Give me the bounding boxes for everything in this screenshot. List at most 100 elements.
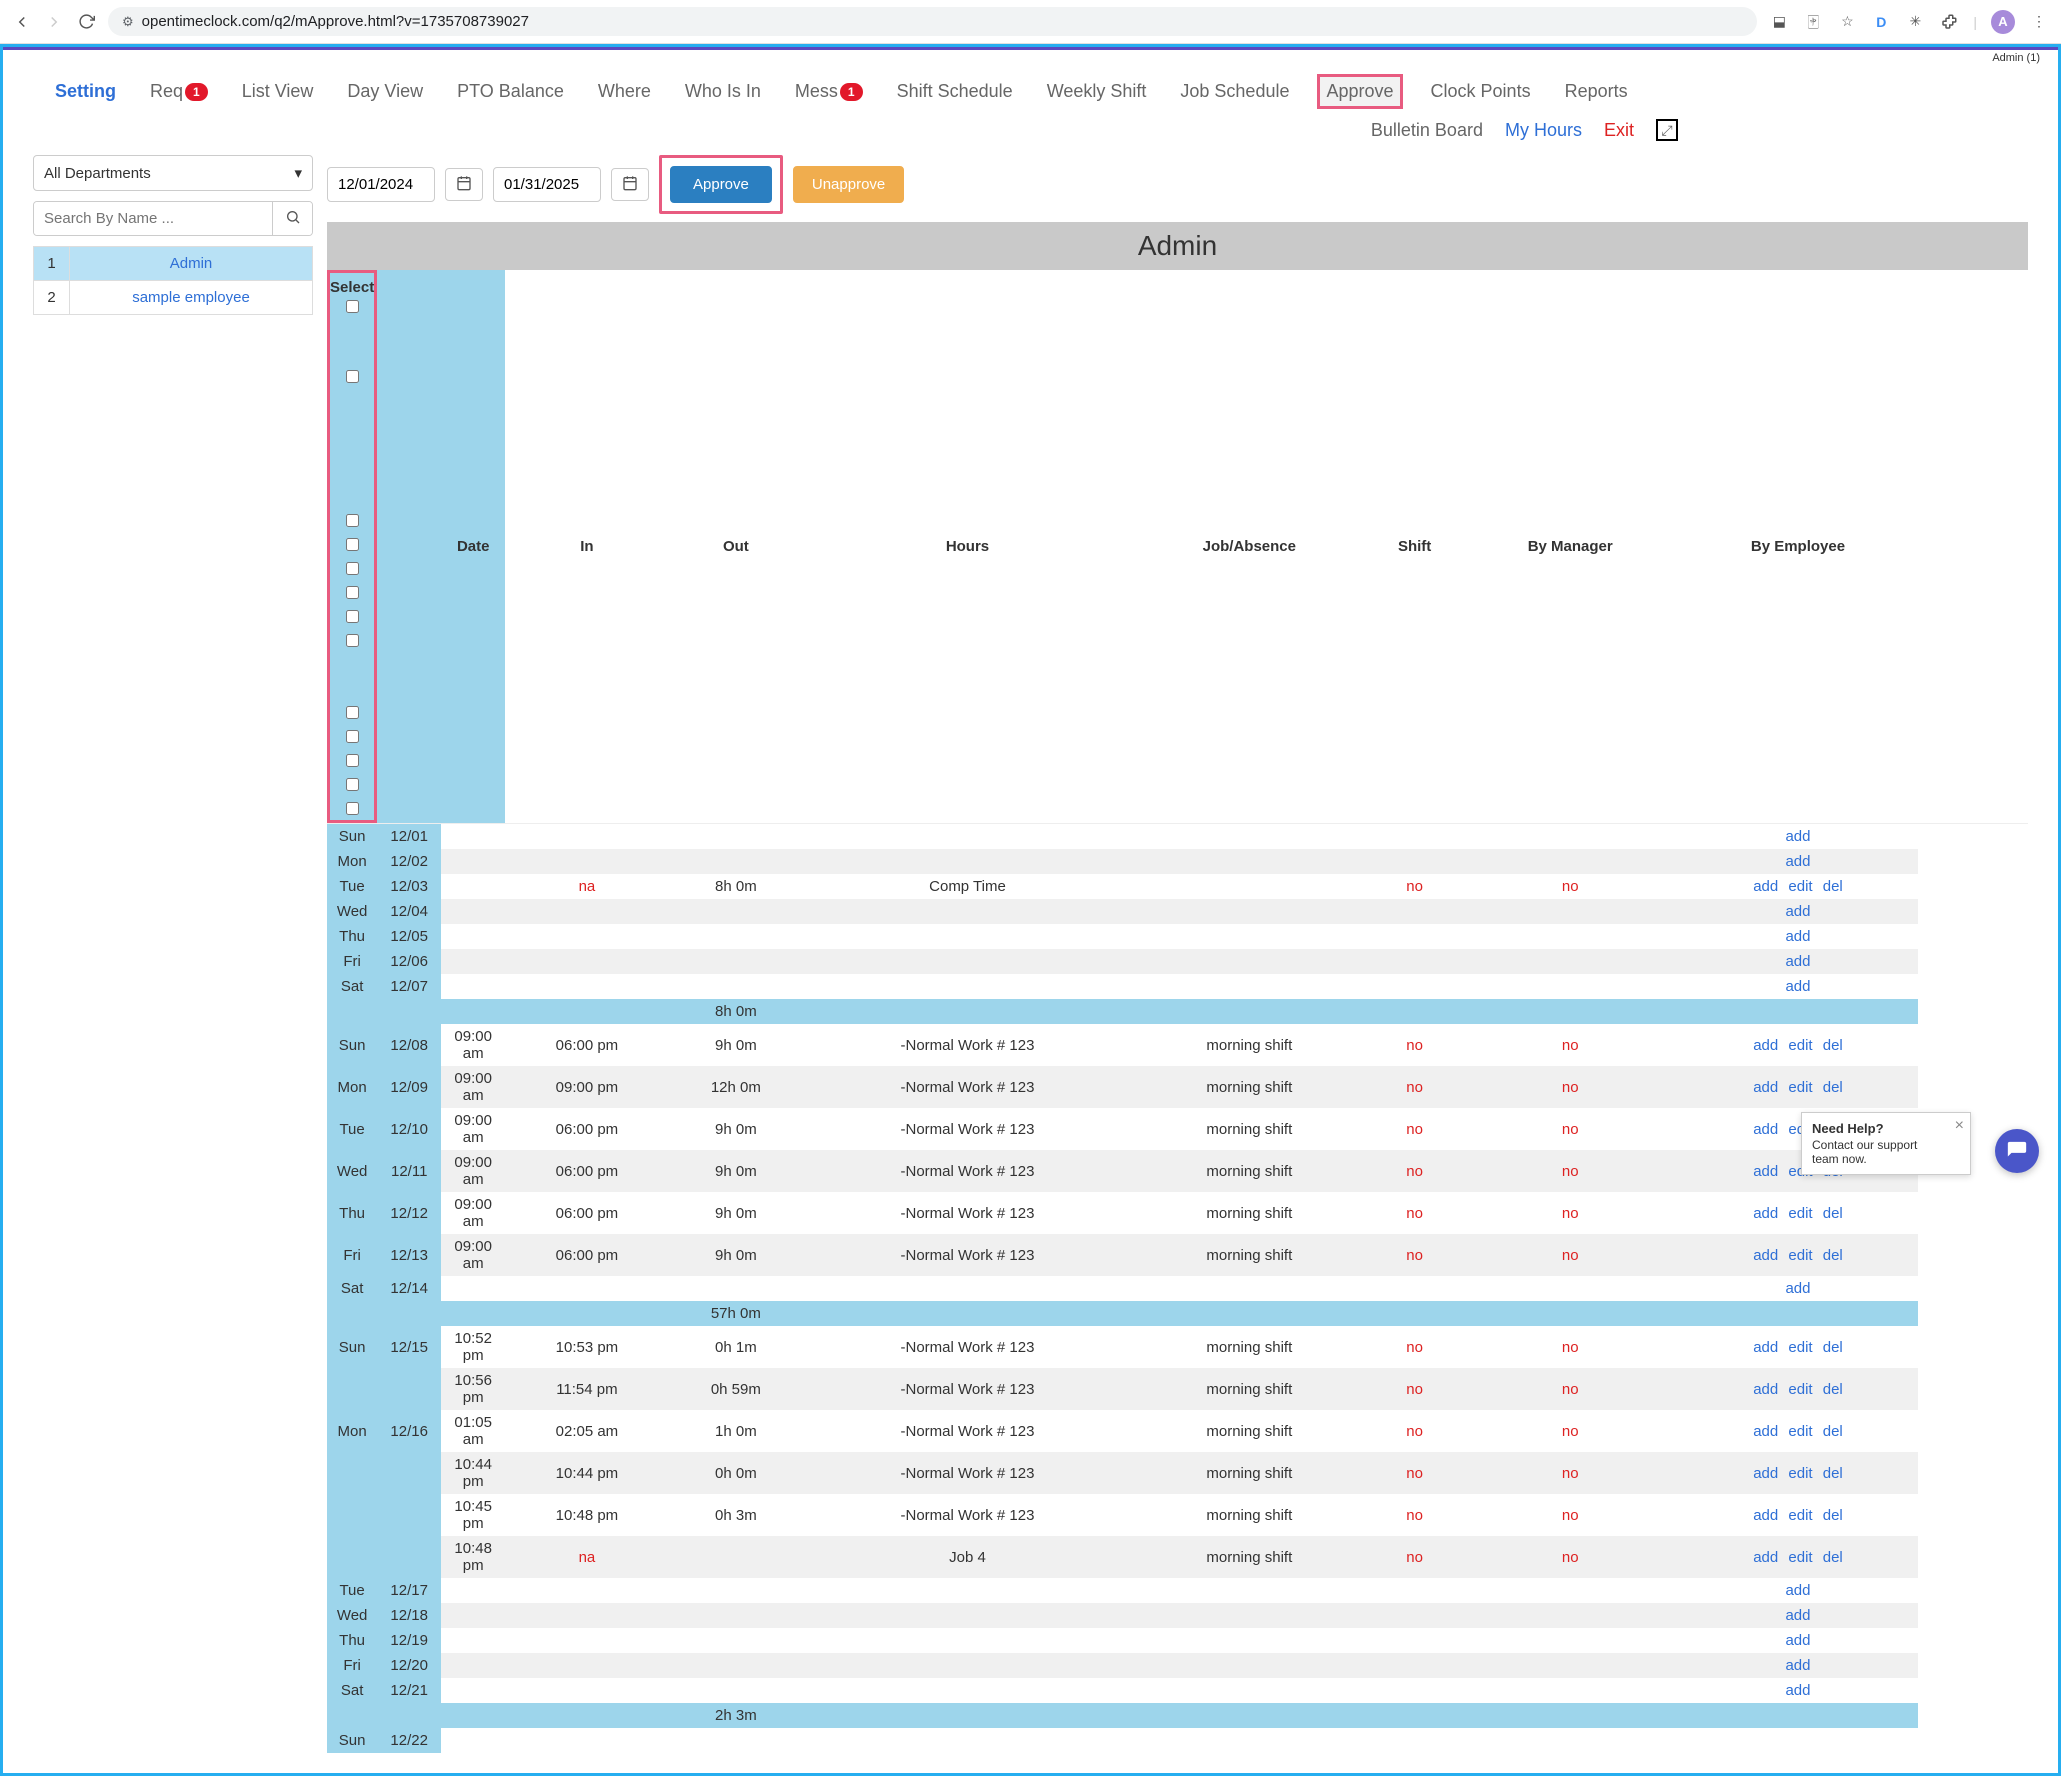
action-add[interactable]: add: [1782, 928, 1813, 945]
help-widget[interactable]: × Need Help? Contact our support team no…: [1801, 1112, 1971, 1175]
action-edit[interactable]: edit: [1785, 1381, 1815, 1398]
nav-shift-schedule[interactable]: Shift Schedule: [891, 77, 1019, 106]
nav-list-view[interactable]: List View: [236, 77, 320, 106]
action-add[interactable]: add: [1750, 878, 1781, 895]
nav-approve[interactable]: Approve: [1317, 74, 1402, 109]
action-del[interactable]: del: [1820, 1381, 1846, 1398]
search-button[interactable]: [272, 202, 312, 235]
action-add[interactable]: add: [1750, 1549, 1781, 1566]
nav-where[interactable]: Where: [592, 77, 657, 106]
action-add[interactable]: add: [1782, 828, 1813, 845]
reload-icon[interactable]: [76, 12, 96, 32]
nav-who-is-in[interactable]: Who Is In: [679, 77, 767, 106]
menu-icon[interactable]: ⋮: [2029, 12, 2049, 32]
back-icon[interactable]: [12, 12, 32, 32]
date-from-calendar[interactable]: [445, 168, 483, 201]
row-checkbox[interactable]: [346, 586, 359, 599]
nav-reports[interactable]: Reports: [1559, 77, 1634, 106]
row-checkbox[interactable]: [346, 778, 359, 791]
action-edit[interactable]: edit: [1785, 878, 1815, 895]
action-del[interactable]: del: [1820, 1079, 1846, 1096]
action-add[interactable]: add: [1750, 1121, 1781, 1138]
action-add[interactable]: add: [1782, 978, 1813, 995]
action-del[interactable]: del: [1820, 1549, 1846, 1566]
search-input[interactable]: [34, 202, 272, 235]
date-from-input[interactable]: [327, 167, 435, 202]
action-edit[interactable]: edit: [1785, 1037, 1815, 1054]
action-add[interactable]: add: [1782, 953, 1813, 970]
action-add[interactable]: add: [1750, 1465, 1781, 1482]
action-edit[interactable]: edit: [1785, 1423, 1815, 1440]
date-to-input[interactable]: [493, 167, 601, 202]
unapprove-button[interactable]: Unapprove: [793, 166, 904, 203]
nav-my-hours[interactable]: My Hours: [1505, 120, 1582, 141]
nav-exit[interactable]: Exit: [1604, 120, 1634, 141]
site-info-icon[interactable]: ⚙: [122, 14, 134, 30]
action-add[interactable]: add: [1782, 1657, 1813, 1674]
nav-pto-balance[interactable]: PTO Balance: [451, 77, 570, 106]
ext-burst-icon[interactable]: ✳︎: [1905, 12, 1925, 32]
action-del[interactable]: del: [1820, 1423, 1846, 1440]
action-edit[interactable]: edit: [1785, 1079, 1815, 1096]
action-add[interactable]: add: [1782, 853, 1813, 870]
department-select[interactable]: All Departments ▾: [33, 155, 313, 191]
action-add[interactable]: add: [1782, 1632, 1813, 1649]
row-checkbox[interactable]: [346, 370, 359, 383]
action-add[interactable]: add: [1750, 1423, 1781, 1440]
bookmark-icon[interactable]: ☆: [1837, 12, 1857, 32]
translate-icon[interactable]: 🀄︎: [1803, 12, 1823, 32]
url-bar[interactable]: ⚙ opentimeclock.com/q2/mApprove.html?v=1…: [108, 7, 1757, 36]
action-add[interactable]: add: [1750, 1247, 1781, 1264]
action-add[interactable]: add: [1782, 1582, 1813, 1599]
row-checkbox[interactable]: [346, 562, 359, 575]
employee-name[interactable]: sample employee: [132, 289, 250, 306]
row-checkbox[interactable]: [346, 634, 359, 647]
fullscreen-icon[interactable]: ⤢: [1656, 119, 1678, 141]
action-add[interactable]: add: [1750, 1079, 1781, 1096]
action-edit[interactable]: edit: [1785, 1549, 1815, 1566]
row-checkbox[interactable]: [346, 706, 359, 719]
employee-name[interactable]: Admin: [170, 255, 213, 272]
action-del[interactable]: del: [1820, 1465, 1846, 1482]
row-checkbox[interactable]: [346, 730, 359, 743]
nav-mess[interactable]: Mess1: [789, 77, 869, 106]
date-to-calendar[interactable]: [611, 168, 649, 201]
profile-avatar[interactable]: A: [1991, 10, 2015, 34]
employee-row[interactable]: 1 Admin: [34, 247, 313, 281]
action-add[interactable]: add: [1782, 1280, 1813, 1297]
action-add[interactable]: add: [1750, 1205, 1781, 1222]
help-close-icon[interactable]: ×: [1955, 1117, 1964, 1135]
action-del[interactable]: del: [1820, 1037, 1846, 1054]
chat-bubble-icon[interactable]: [1995, 1129, 2039, 1173]
row-checkbox[interactable]: [346, 610, 359, 623]
approve-button[interactable]: Approve: [670, 166, 772, 203]
select-all-checkbox[interactable]: [346, 300, 359, 313]
nav-req[interactable]: Req1: [144, 77, 214, 106]
action-add[interactable]: add: [1750, 1037, 1781, 1054]
install-icon[interactable]: ⬓: [1769, 12, 1789, 32]
nav-day-view[interactable]: Day View: [341, 77, 429, 106]
row-checkbox[interactable]: [346, 754, 359, 767]
action-edit[interactable]: edit: [1785, 1507, 1815, 1524]
nav-setting[interactable]: Setting: [49, 77, 122, 106]
action-edit[interactable]: edit: [1785, 1247, 1815, 1264]
action-add[interactable]: add: [1782, 903, 1813, 920]
action-add[interactable]: add: [1750, 1507, 1781, 1524]
action-del[interactable]: del: [1820, 1247, 1846, 1264]
ext-d-icon[interactable]: D: [1871, 12, 1891, 32]
action-del[interactable]: del: [1820, 1507, 1846, 1524]
action-edit[interactable]: edit: [1785, 1339, 1815, 1356]
action-add[interactable]: add: [1782, 1682, 1813, 1699]
nav-job-schedule[interactable]: Job Schedule: [1174, 77, 1295, 106]
row-checkbox[interactable]: [346, 538, 359, 551]
nav-clock-points[interactable]: Clock Points: [1425, 77, 1537, 106]
extensions-icon[interactable]: [1939, 12, 1959, 32]
employee-row[interactable]: 2 sample employee: [34, 281, 313, 315]
action-edit[interactable]: edit: [1785, 1465, 1815, 1482]
nav-weekly-shift[interactable]: Weekly Shift: [1041, 77, 1153, 106]
action-del[interactable]: del: [1820, 1339, 1846, 1356]
action-del[interactable]: del: [1820, 878, 1846, 895]
action-add[interactable]: add: [1782, 1607, 1813, 1624]
action-add[interactable]: add: [1750, 1163, 1781, 1180]
action-del[interactable]: del: [1820, 1205, 1846, 1222]
